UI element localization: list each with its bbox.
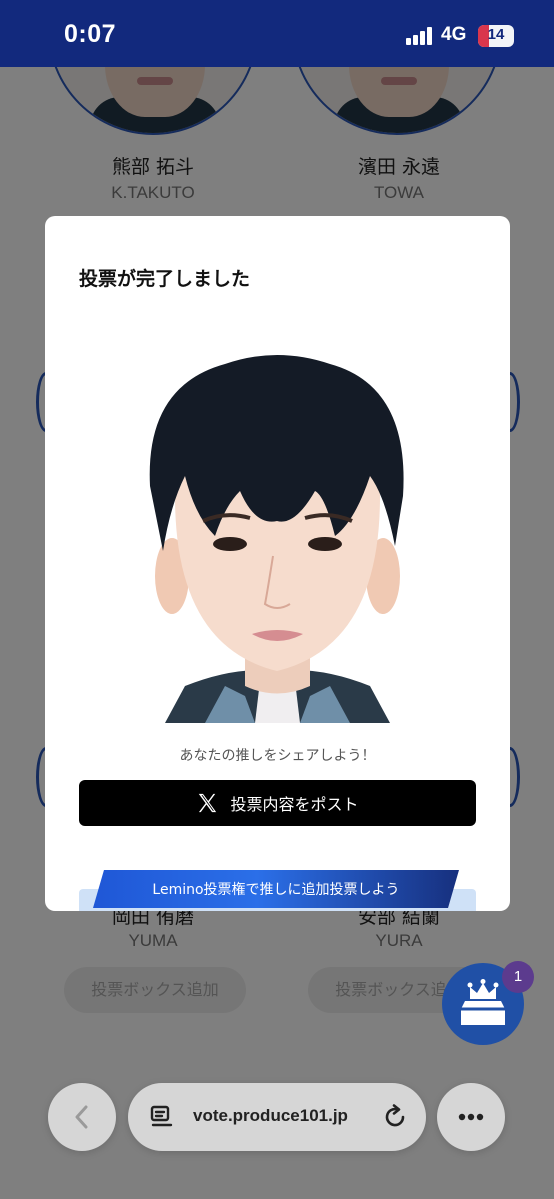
candidate-photo [145, 346, 410, 723]
post-to-x-button[interactable]: 投票内容をポスト [79, 780, 476, 826]
page-menu-icon[interactable] [150, 1105, 174, 1129]
address-bar[interactable]: vote.produce101.jp [128, 1083, 426, 1151]
status-time: 0:07 [64, 20, 117, 48]
network-type: 4G [441, 24, 467, 45]
reload-icon[interactable] [383, 1104, 409, 1130]
status-bar: 0:07 4G 14 [0, 0, 554, 67]
more-options-button[interactable] [437, 1083, 505, 1151]
x-logo-icon [199, 793, 217, 813]
share-prompt: あなたの推しをシェアしよう！ [179, 748, 376, 764]
vote-complete-modal: 投票が完了しました あなたの推しをシェアしよう！ 投票内容をポスト Lemino… [45, 216, 510, 911]
ellipsis-icon [458, 1113, 484, 1121]
vote-box-count-badge: 1 [502, 961, 534, 993]
lemino-banner-label: Lemino投票権で推しに追加投票しよう [152, 882, 400, 898]
lemino-vote-banner[interactable]: Lemino投票権で推しに追加投票しよう [93, 870, 459, 908]
chevron-left-icon [75, 1105, 88, 1129]
ballot-box-icon [461, 979, 505, 1025]
url-text[interactable]: vote.produce101.jp [193, 1106, 348, 1126]
post-button-label: 投票内容をポスト [230, 795, 359, 814]
modal-title: 投票が完了しました [79, 268, 251, 290]
browser-back-button[interactable] [48, 1083, 116, 1151]
battery-icon: 14 [478, 25, 514, 47]
signal-icon [406, 27, 434, 45]
battery-level: 14 [487, 26, 505, 43]
